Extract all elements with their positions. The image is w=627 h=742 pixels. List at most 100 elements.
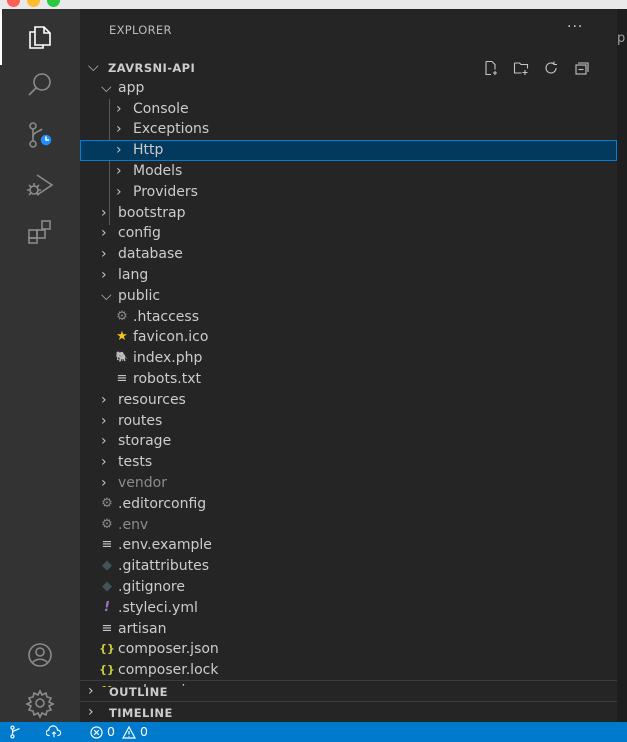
minimize-window-button[interactable] bbox=[27, 0, 40, 7]
file-row[interactable]: ≡ artisan bbox=[80, 619, 617, 640]
warning-icon bbox=[121, 725, 136, 739]
search-icon[interactable] bbox=[22, 67, 58, 103]
problems-indicator[interactable]: 0 0 bbox=[90, 724, 148, 740]
chevron-right-icon: › bbox=[101, 454, 107, 470]
explorer-icon[interactable] bbox=[22, 19, 58, 55]
file-label: .gitignore bbox=[118, 579, 185, 595]
chevron-right-icon: › bbox=[101, 433, 107, 449]
sync-indicator[interactable] bbox=[46, 724, 62, 740]
git-file-icon: ◆ bbox=[102, 579, 112, 594]
file-label: .styleci.yml bbox=[118, 600, 198, 616]
folder-label: bootstrap bbox=[118, 205, 186, 221]
new-folder-icon[interactable] bbox=[511, 58, 531, 78]
folder-row[interactable]: › database bbox=[80, 244, 617, 265]
chevron-down-icon: ⌵ bbox=[88, 59, 99, 75]
title-bar bbox=[0, 0, 627, 9]
file-row[interactable]: ⚙ .editorconfig bbox=[80, 494, 617, 515]
folder-label: public bbox=[118, 288, 161, 304]
collapse-all-icon[interactable] bbox=[571, 58, 591, 78]
root-folder-label: ZAVRSNI-API bbox=[108, 61, 196, 75]
root-folder-row[interactable]: ⌵ ZAVRSNI-API bbox=[80, 57, 617, 78]
chevron-right-icon: › bbox=[101, 267, 107, 283]
folder-row[interactable]: › lang bbox=[80, 265, 617, 286]
folder-row[interactable]: ⌵ app bbox=[80, 78, 617, 99]
file-label: .env bbox=[118, 517, 149, 533]
timeline-section-label: TIMELINE bbox=[109, 706, 173, 720]
file-row[interactable]: ★ favicon.ico bbox=[80, 327, 617, 348]
folder-row[interactable]: › Providers bbox=[80, 182, 617, 203]
folder-row[interactable]: › routes bbox=[80, 411, 617, 432]
text-file-icon: ≡ bbox=[101, 537, 113, 552]
file-row[interactable]: ≡ .env.example bbox=[80, 535, 617, 556]
folder-label: lang bbox=[118, 267, 149, 283]
php-file-icon: 🐘 bbox=[115, 352, 129, 363]
file-row[interactable]: ≡ robots.txt bbox=[80, 369, 617, 390]
more-actions-button[interactable]: ··· bbox=[567, 19, 583, 35]
folder-row[interactable]: › resources bbox=[80, 390, 617, 411]
folder-row[interactable]: › vendor bbox=[80, 473, 617, 494]
file-row[interactable]: {} composer.json bbox=[80, 639, 617, 660]
file-label: .gitattributes bbox=[118, 558, 210, 574]
folder-label: tests bbox=[118, 454, 153, 470]
folder-label: database bbox=[118, 246, 183, 262]
folder-row[interactable]: › Console bbox=[80, 99, 617, 120]
folder-row[interactable]: › storage bbox=[80, 431, 617, 452]
file-row[interactable]: {} composer.lock bbox=[80, 660, 617, 681]
folder-row[interactable]: › Exceptions bbox=[80, 119, 617, 140]
refresh-icon[interactable] bbox=[541, 58, 561, 78]
outline-section[interactable]: › OUTLINE bbox=[80, 680, 617, 702]
extensions-icon[interactable] bbox=[22, 214, 58, 250]
warning-count: 0 bbox=[139, 724, 148, 739]
file-tree: ⌵ ZAVRSNI-API ⌵ app › Console › Exceptions › Ht… bbox=[80, 57, 617, 687]
settings-file-icon: ⚙ bbox=[101, 517, 113, 532]
folder-row[interactable]: › config bbox=[80, 223, 617, 244]
file-row[interactable]: ◆ .gitattributes bbox=[80, 556, 617, 577]
chevron-right-icon: › bbox=[116, 121, 122, 137]
text-file-icon: ≡ bbox=[101, 621, 113, 636]
file-row[interactable]: ! .styleci.yml bbox=[80, 598, 617, 619]
folder-label: config bbox=[118, 225, 161, 241]
chevron-down-icon: ⌵ bbox=[101, 288, 112, 304]
folder-row[interactable]: › tests bbox=[80, 452, 617, 473]
file-label: composer.lock bbox=[118, 662, 219, 678]
favicon-icon: ★ bbox=[116, 329, 128, 344]
file-row[interactable]: ⚙ .env bbox=[80, 515, 617, 536]
source-control-icon[interactable] bbox=[22, 117, 58, 153]
editor-tab-fragment[interactable]: p bbox=[617, 31, 625, 46]
file-row[interactable]: ⚙ .htaccess bbox=[80, 307, 617, 328]
settings-file-icon: ⚙ bbox=[116, 309, 128, 324]
settings-file-icon: ⚙ bbox=[101, 496, 113, 511]
file-label: index.php bbox=[133, 350, 203, 366]
chevron-right-icon: › bbox=[116, 184, 122, 200]
chevron-right-icon: › bbox=[101, 225, 107, 241]
json-file-icon: {} bbox=[99, 642, 115, 655]
remote-indicator[interactable] bbox=[9, 724, 23, 740]
file-label: .env.example bbox=[118, 537, 212, 553]
folder-row[interactable]: › Models bbox=[80, 161, 617, 182]
chevron-right-icon: › bbox=[101, 475, 107, 491]
folder-label: Console bbox=[133, 101, 189, 117]
folder-label: Exceptions bbox=[133, 121, 210, 137]
folder-row[interactable]: ⌵ public bbox=[80, 286, 617, 307]
folder-label: Http bbox=[133, 142, 164, 158]
root-actions bbox=[481, 58, 606, 78]
explorer-sidebar: EXPLORER ··· ⌵ ZAVRSNI-API ⌵ app › Conso… bbox=[80, 9, 617, 722]
text-file-icon: ≡ bbox=[116, 371, 128, 386]
status-bar: 0 0 bbox=[0, 722, 627, 742]
file-label: .editorconfig bbox=[118, 496, 207, 512]
timeline-section[interactable]: › TIMELINE bbox=[80, 701, 617, 722]
chevron-right-icon: › bbox=[88, 704, 94, 720]
accounts-icon[interactable] bbox=[22, 637, 58, 673]
folder-row[interactable]: › bootstrap bbox=[80, 203, 617, 224]
folder-row[interactable]: › Http bbox=[80, 140, 617, 161]
run-and-debug-icon[interactable] bbox=[22, 167, 58, 203]
file-row[interactable]: 🐘 index.php bbox=[80, 348, 617, 369]
new-file-icon[interactable] bbox=[481, 58, 501, 78]
close-window-button[interactable] bbox=[7, 0, 20, 7]
file-row[interactable]: ◆ .gitignore bbox=[80, 577, 617, 598]
settings-gear-icon[interactable] bbox=[22, 685, 58, 721]
folder-label: Providers bbox=[133, 184, 198, 200]
zoom-window-button[interactable] bbox=[47, 0, 60, 7]
chevron-right-icon: › bbox=[116, 142, 122, 158]
chevron-right-icon: › bbox=[101, 413, 107, 429]
